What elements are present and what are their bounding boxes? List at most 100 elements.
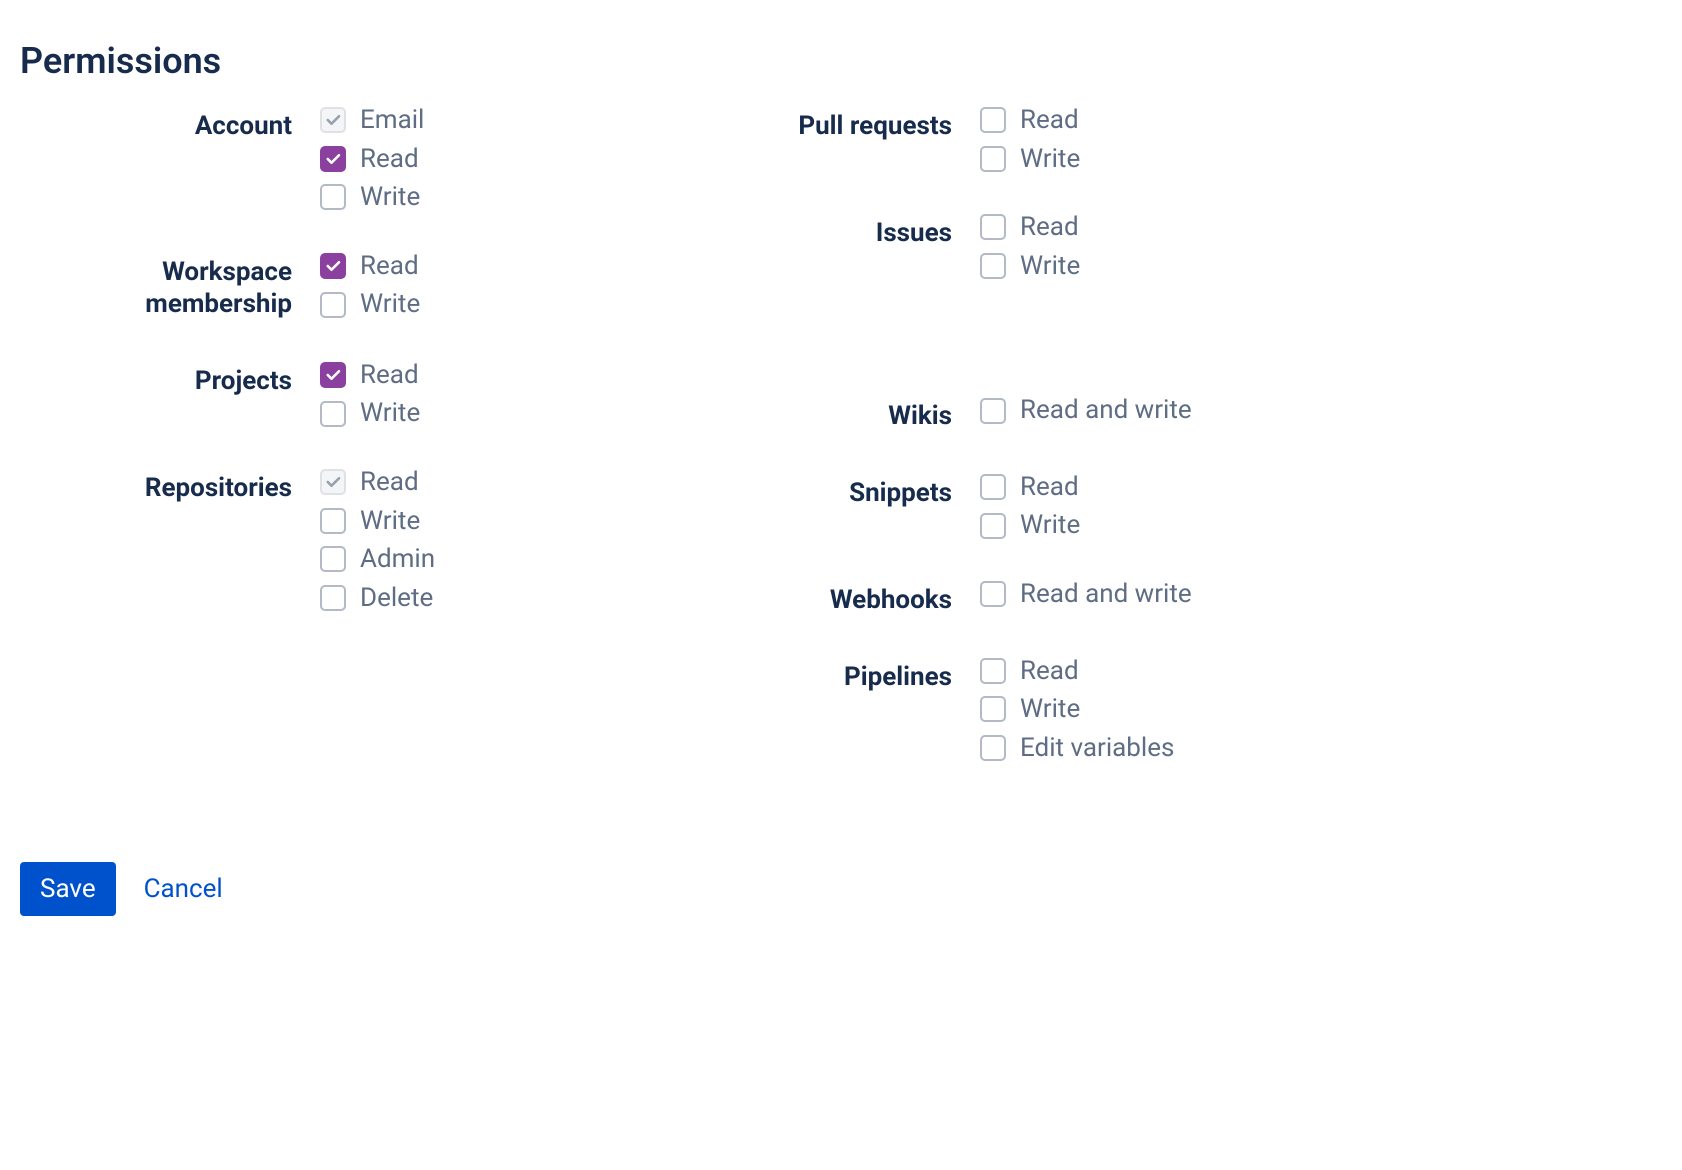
checkbox-repositories-admin[interactable] xyxy=(320,546,346,572)
checkbox-snippets-read[interactable] xyxy=(980,474,1006,500)
checkbox-pipelines-write[interactable] xyxy=(980,696,1006,722)
checkbox-projects-write[interactable] xyxy=(320,401,346,427)
checkbox-pipelines-read[interactable] xyxy=(980,658,1006,684)
option-label-wikis-read-write: Read and write xyxy=(1020,396,1192,425)
option-webhooks-read-write: Read and write xyxy=(980,580,1192,609)
options-pipelines: Read Write Edit variables xyxy=(980,657,1174,763)
checkbox-issues-read[interactable] xyxy=(980,214,1006,240)
option-snippets-read: Read xyxy=(980,473,1080,502)
option-label-repositories-write: Write xyxy=(360,507,420,536)
group-label-pipelines: Pipelines xyxy=(700,657,980,694)
permission-group-snippets: SnippetsRead Write xyxy=(700,473,1340,540)
options-snippets: Read Write xyxy=(980,473,1080,540)
group-label-projects: Projects xyxy=(20,361,320,398)
save-button[interactable]: Save xyxy=(20,862,116,916)
option-label-projects-read: Read xyxy=(360,361,419,390)
option-issues-write: Write xyxy=(980,252,1080,281)
option-pipelines-write: Write xyxy=(980,695,1174,724)
option-label-pipelines-write: Write xyxy=(1020,695,1080,724)
option-repositories-write: Write xyxy=(320,507,435,536)
option-label-webhooks-read-write: Read and write xyxy=(1020,580,1192,609)
option-label-account-read: Read xyxy=(360,145,419,174)
option-projects-write: Write xyxy=(320,399,420,428)
option-pull-requests-read: Read xyxy=(980,106,1080,135)
checkbox-issues-write[interactable] xyxy=(980,253,1006,279)
permission-group-pull-requests: Pull requests Read Write xyxy=(700,106,1340,173)
option-account-read: Read xyxy=(320,145,424,174)
option-label-repositories-read: Read xyxy=(360,468,419,497)
checkbox-pull-requests-read[interactable] xyxy=(980,107,1006,133)
option-label-account-write: Write xyxy=(360,183,420,212)
options-issues: Read Write xyxy=(980,213,1080,280)
spacer xyxy=(700,320,1340,356)
group-label-snippets: Snippets xyxy=(700,473,980,510)
checkbox-pipelines-edit-variables[interactable] xyxy=(980,735,1006,761)
option-issues-read: Read xyxy=(980,213,1080,242)
checkbox-account-email xyxy=(320,107,346,133)
permission-group-repositories: Repositories Read Write Admin Delete xyxy=(20,468,660,612)
checkbox-account-write[interactable] xyxy=(320,184,346,210)
permission-group-account: Account Email Read Write xyxy=(20,106,660,212)
options-account: Email Read Write xyxy=(320,106,424,212)
option-label-pull-requests-write: Write xyxy=(1020,145,1080,174)
permission-group-workspace-membership: Workspace membershipReadWrite xyxy=(20,252,660,321)
option-pull-requests-write: Write xyxy=(980,145,1080,174)
option-workspace-membership-write: Write xyxy=(320,290,420,319)
page-title: Permissions xyxy=(20,40,1662,82)
option-snippets-write: Write xyxy=(980,511,1080,540)
option-wikis-read-write: Read and write xyxy=(980,396,1192,425)
option-label-account-email: Email xyxy=(360,106,424,135)
option-label-snippets-write: Write xyxy=(1020,511,1080,540)
option-label-projects-write: Write xyxy=(360,399,420,428)
cancel-button[interactable]: Cancel xyxy=(144,874,223,904)
permission-group-webhooks: Webhooks Read and write xyxy=(700,580,1340,617)
group-label-wikis: Wikis xyxy=(700,396,980,433)
permission-group-wikis: Wikis Read and write xyxy=(700,396,1340,433)
checkbox-workspace-membership-write[interactable] xyxy=(320,292,346,318)
option-label-workspace-membership-write: Write xyxy=(360,290,420,319)
option-label-pull-requests-read: Read xyxy=(1020,106,1079,135)
option-repositories-read: Read xyxy=(320,468,435,497)
checkbox-account-read[interactable] xyxy=(320,146,346,172)
permissions-column-right: Pull requestsReadWriteIssuesReadWriteWik… xyxy=(700,106,1340,762)
option-label-issues-write: Write xyxy=(1020,252,1080,281)
option-pipelines-edit-variables: Edit variables xyxy=(980,734,1174,763)
checkbox-workspace-membership-read[interactable] xyxy=(320,253,346,279)
option-label-repositories-delete: Delete xyxy=(360,584,433,613)
option-label-pipelines-edit-variables: Edit variables xyxy=(1020,734,1174,763)
checkbox-projects-read[interactable] xyxy=(320,362,346,388)
permission-group-pipelines: Pipelines Read Write Edit variables xyxy=(700,657,1340,763)
permission-group-issues: IssuesRead Write xyxy=(700,213,1340,280)
options-pull-requests: Read Write xyxy=(980,106,1080,173)
option-account-write: Write xyxy=(320,183,424,212)
option-account-email: Email xyxy=(320,106,424,135)
group-label-issues: Issues xyxy=(700,213,980,250)
checkbox-repositories-delete[interactable] xyxy=(320,585,346,611)
options-workspace-membership: Read Write xyxy=(320,252,420,319)
option-pipelines-read: Read xyxy=(980,657,1174,686)
checkbox-wikis-read-write[interactable] xyxy=(980,398,1006,424)
group-label-pull-requests: Pull requests xyxy=(700,106,980,143)
option-repositories-admin: Admin xyxy=(320,545,435,574)
option-repositories-delete: Delete xyxy=(320,584,435,613)
options-wikis: Read and write xyxy=(980,396,1192,425)
group-label-account: Account xyxy=(20,106,320,143)
option-label-repositories-admin: Admin xyxy=(360,545,435,574)
permission-group-projects: Projects Read Write xyxy=(20,361,660,428)
option-label-pipelines-read: Read xyxy=(1020,657,1079,686)
option-workspace-membership-read: Read xyxy=(320,252,420,281)
checkbox-repositories-read xyxy=(320,469,346,495)
option-projects-read: Read xyxy=(320,361,420,390)
options-webhooks: Read and write xyxy=(980,580,1192,609)
checkbox-webhooks-read-write[interactable] xyxy=(980,581,1006,607)
checkbox-pull-requests-write[interactable] xyxy=(980,146,1006,172)
options-repositories: Read Write Admin Delete xyxy=(320,468,435,612)
group-label-repositories: Repositories xyxy=(20,468,320,505)
permissions-column-left: AccountEmailReadWriteWorkspace membershi… xyxy=(20,106,660,762)
option-label-workspace-membership-read: Read xyxy=(360,252,419,281)
checkbox-repositories-write[interactable] xyxy=(320,508,346,534)
group-label-webhooks: Webhooks xyxy=(700,580,980,617)
permissions-grid: AccountEmailReadWriteWorkspace membershi… xyxy=(20,106,1662,762)
checkbox-snippets-write[interactable] xyxy=(980,513,1006,539)
actions-row: Save Cancel xyxy=(20,862,1662,916)
